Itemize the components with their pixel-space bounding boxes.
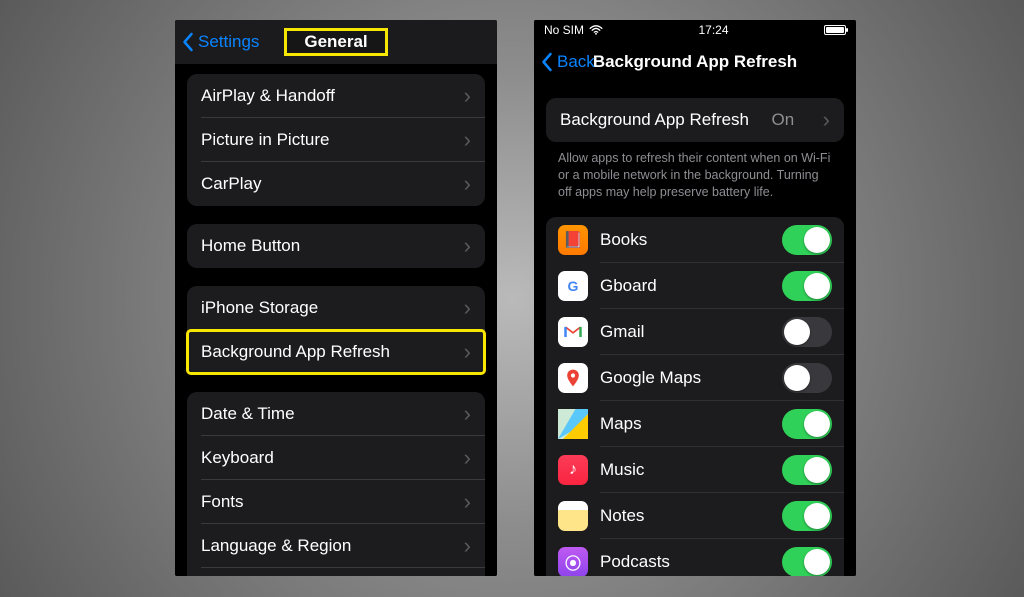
row-label: Date & Time — [201, 404, 295, 424]
app-row: Notes — [546, 493, 844, 539]
settings-row[interactable]: Fonts› — [187, 480, 485, 524]
left-phone-general-settings: Settings General AirPlay & Handoff›Pictu… — [175, 20, 497, 576]
settings-row[interactable]: Language & Region› — [187, 524, 485, 568]
toggle-switch[interactable] — [782, 501, 832, 531]
status-bar: No SIM 17:24 — [534, 20, 856, 40]
settings-row[interactable]: Background App Refresh› — [187, 330, 485, 374]
section-footer: Allow apps to refresh their content when… — [534, 142, 856, 213]
settings-row[interactable]: AirPlay & Handoff› — [187, 74, 485, 118]
clock: 17:24 — [698, 23, 728, 37]
app-row: Google Maps — [546, 355, 844, 401]
row-label: iPhone Storage — [201, 298, 318, 318]
carrier-label: No SIM — [544, 23, 584, 37]
right-phone-background-refresh: No SIM 17:24 Back Background App Refresh… — [534, 20, 856, 576]
app-label: Notes — [600, 506, 644, 526]
music-icon: ♪ — [558, 455, 588, 485]
toggle-switch[interactable] — [782, 225, 832, 255]
wifi-icon — [589, 25, 603, 35]
toggle-switch[interactable] — [782, 317, 832, 347]
settings-row[interactable]: Keyboard› — [187, 436, 485, 480]
settings-row[interactable]: CarPlay› — [187, 162, 485, 206]
master-toggle-label: Background App Refresh — [560, 110, 749, 130]
battery-icon — [824, 25, 846, 35]
app-label: Podcasts — [600, 552, 670, 572]
app-row: G Gboard — [546, 263, 844, 309]
app-label: Gboard — [600, 276, 657, 296]
app-label: Google Maps — [600, 368, 701, 388]
gmaps-icon — [558, 363, 588, 393]
app-label: Gmail — [600, 322, 644, 342]
toggle-switch[interactable] — [782, 363, 832, 393]
master-toggle-value: On — [772, 110, 795, 130]
app-row: ♪ Music — [546, 447, 844, 493]
row-label: Home Button — [201, 236, 300, 256]
navbar: Settings General — [175, 20, 497, 64]
toggle-switch[interactable] — [782, 547, 832, 576]
back-label: Back — [557, 52, 595, 72]
app-row: Gmail — [546, 309, 844, 355]
back-button[interactable]: Back — [540, 40, 595, 84]
maps-icon — [558, 409, 588, 439]
row-label: AirPlay & Handoff — [201, 86, 335, 106]
app-row: Maps — [546, 401, 844, 447]
chevron-left-icon — [540, 52, 553, 72]
app-row: 📕 Books — [546, 217, 844, 263]
settings-list[interactable]: AirPlay & Handoff›Picture in Picture›Car… — [175, 64, 497, 576]
app-label: Maps — [600, 414, 642, 434]
page-title: Background App Refresh — [593, 52, 797, 72]
row-label: Picture in Picture — [201, 130, 330, 150]
page-title: General — [286, 30, 385, 54]
gboard-icon: G — [558, 271, 588, 301]
settings-row[interactable]: iPhone Storage› — [187, 286, 485, 330]
app-row: ⦿ Podcasts — [546, 539, 844, 576]
toggle-switch[interactable] — [782, 455, 832, 485]
settings-row[interactable]: Home Button› — [187, 224, 485, 268]
chevron-left-icon — [181, 32, 194, 52]
books-icon: 📕 — [558, 225, 588, 255]
podcasts-icon: ⦿ — [558, 547, 588, 576]
app-label: Music — [600, 460, 644, 480]
back-label: Settings — [198, 32, 259, 52]
master-toggle-row[interactable]: Background App Refresh On › — [546, 98, 844, 142]
row-label: CarPlay — [201, 174, 261, 194]
navbar: Back Background App Refresh — [534, 40, 856, 84]
row-label: Keyboard — [201, 448, 274, 468]
refresh-settings-list[interactable]: Background App Refresh On › Allow apps t… — [534, 84, 856, 576]
app-label: Books — [600, 230, 647, 250]
settings-row[interactable]: Picture in Picture› — [187, 118, 485, 162]
gmail-icon — [558, 317, 588, 347]
row-label: Fonts — [201, 492, 244, 512]
back-button[interactable]: Settings — [181, 20, 259, 64]
settings-row[interactable]: Dictionary› — [187, 568, 485, 576]
notes-icon — [558, 501, 588, 531]
toggle-switch[interactable] — [782, 271, 832, 301]
row-label: Language & Region — [201, 536, 351, 556]
settings-row[interactable]: Date & Time› — [187, 392, 485, 436]
row-label: Background App Refresh — [201, 342, 390, 362]
toggle-switch[interactable] — [782, 409, 832, 439]
